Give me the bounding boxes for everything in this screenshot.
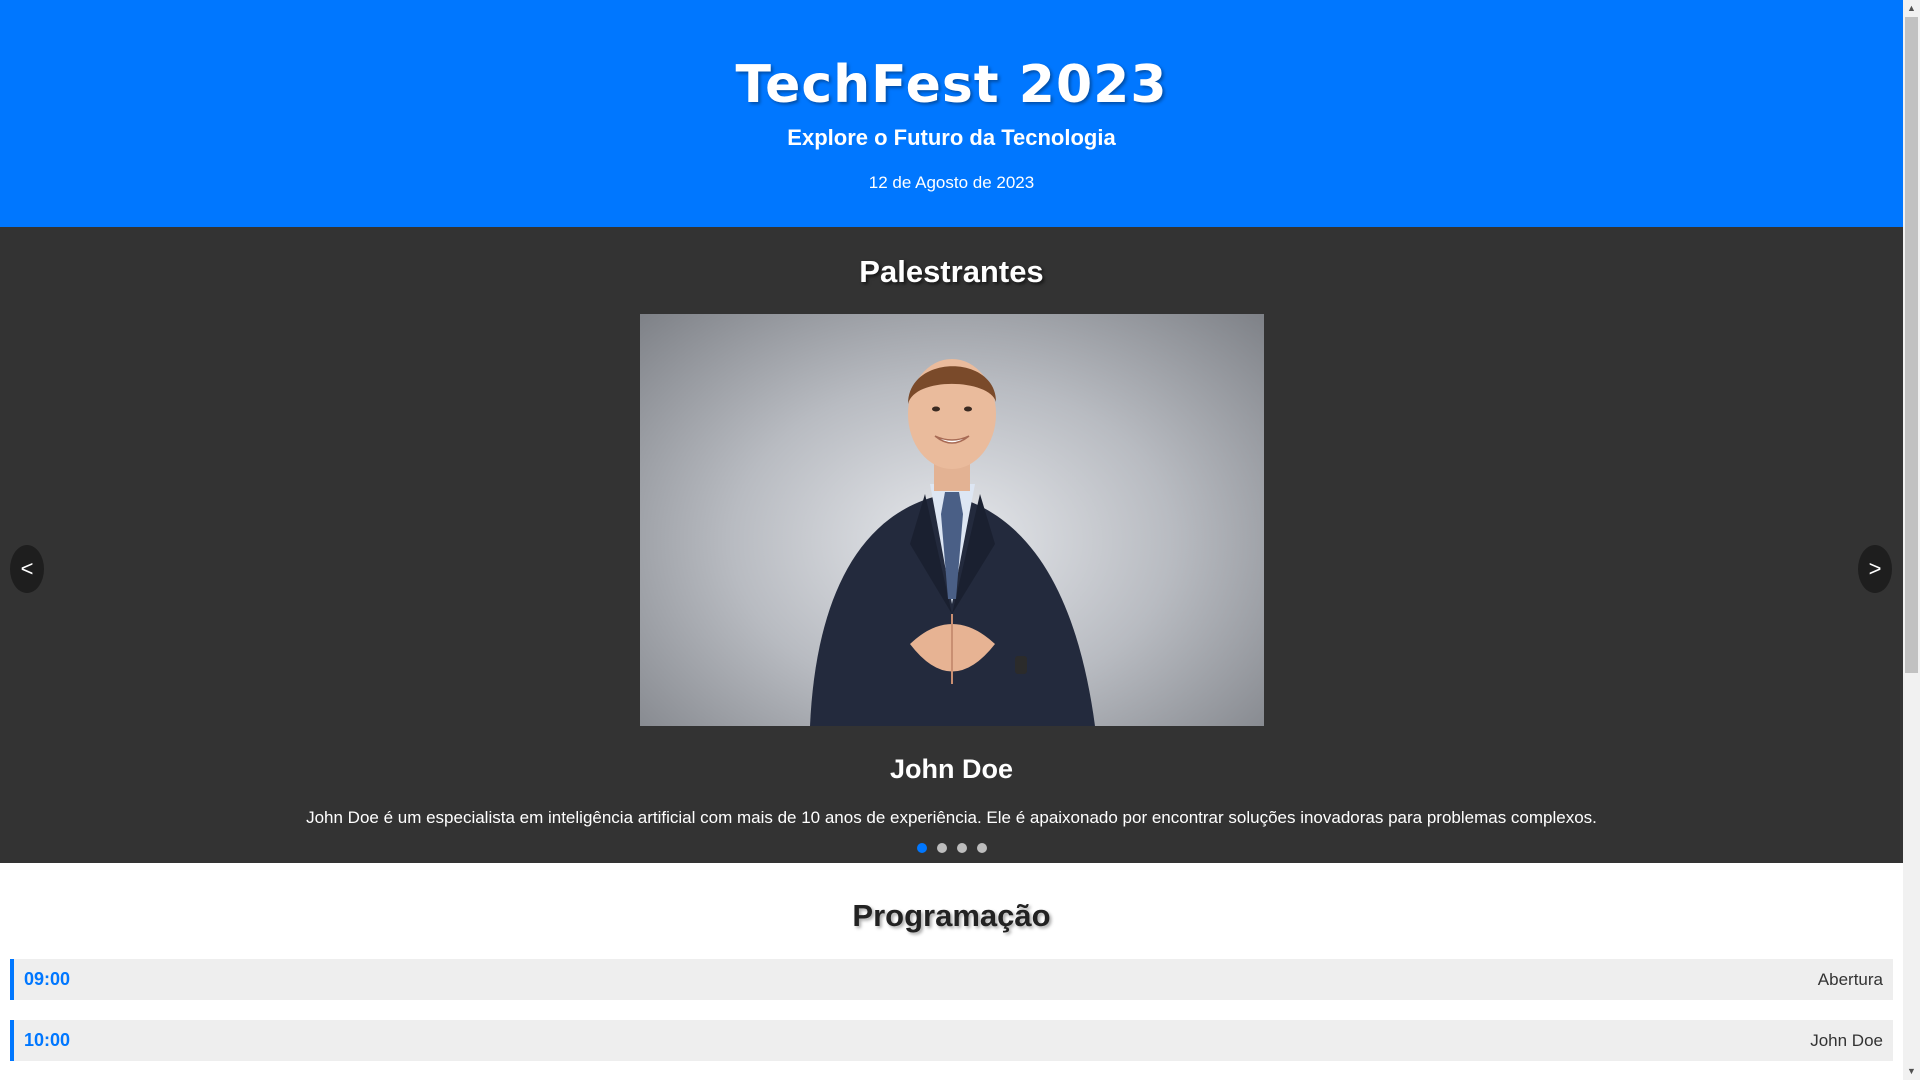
- schedule-item-title: Abertura: [1817, 969, 1883, 989]
- event-title: TechFest 2023: [735, 55, 1168, 115]
- scrollbar-thumb[interactable]: [1905, 17, 1918, 673]
- carousel-next-button[interactable]: >: [1858, 545, 1892, 593]
- schedule-item-title: John Doe: [1810, 1030, 1883, 1050]
- carousel-dot-3[interactable]: [956, 843, 967, 853]
- vertical-scrollbar[interactable]: ▲ ▼: [1903, 0, 1920, 1080]
- schedule-section: Programação 09:00 Abertura 10:00 John Do…: [0, 863, 1903, 1061]
- speaker-photo: [640, 314, 1264, 726]
- schedule-item-time: 09:00: [24, 969, 71, 989]
- speaker-name: John Doe: [889, 754, 1013, 784]
- scroll-up-icon[interactable]: ▲: [1903, 0, 1920, 17]
- speakers-carousel: Palestrantes < > John Doe John Doe é um …: [0, 227, 1903, 863]
- event-subtitle: Explore o Futuro da Tecnologia: [787, 125, 1116, 150]
- carousel-dot-1[interactable]: [916, 843, 927, 853]
- carousel-dot-2[interactable]: [936, 843, 947, 853]
- speaker-portrait-illustration: [810, 359, 1095, 726]
- carousel-dot-4[interactable]: [976, 843, 987, 853]
- schedule-item-time: 10:00: [24, 1030, 71, 1050]
- speaker-bio: John Doe é um especialista em inteligênc…: [306, 808, 1597, 827]
- carousel-indicators: [0, 843, 1903, 853]
- page: TechFest 2023 Explore o Futuro da Tecnol…: [0, 0, 1903, 1080]
- schedule-item: 10:00 John Doe: [10, 1020, 1893, 1061]
- schedule-heading: Programação: [852, 898, 1051, 933]
- hero-header: TechFest 2023 Explore o Futuro da Tecnol…: [0, 0, 1903, 227]
- carousel-prev-button[interactable]: <: [10, 545, 44, 593]
- schedule-item: 09:00 Abertura: [10, 959, 1893, 1000]
- speakers-heading: Palestrantes: [859, 254, 1044, 289]
- scroll-down-icon[interactable]: ▼: [1903, 1063, 1920, 1080]
- event-date: 12 de Agosto de 2023: [868, 173, 1035, 192]
